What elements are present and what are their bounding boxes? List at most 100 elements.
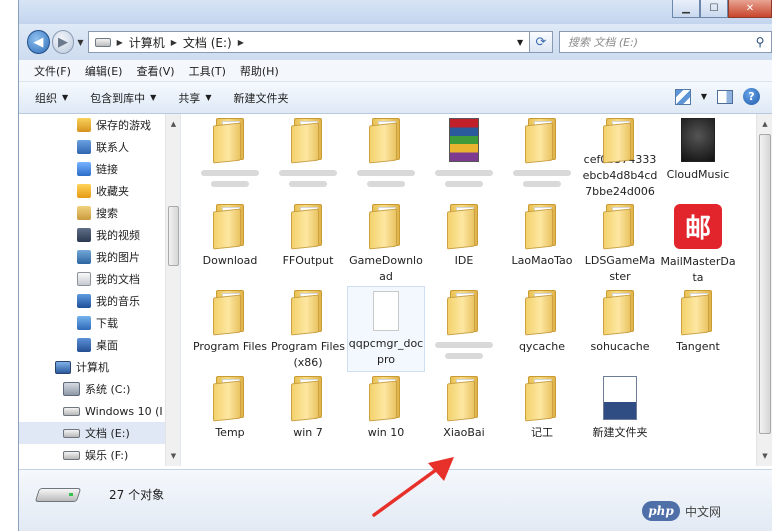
nav-item[interactable]: Windows 10 (I: [19, 400, 180, 422]
doc-icon: [77, 272, 91, 286]
scroll-thumb[interactable]: [168, 206, 179, 266]
nav-item[interactable]: 我的文档: [19, 268, 180, 290]
file-item[interactable]: Download: [191, 200, 269, 286]
chevron-right-icon[interactable]: ▶: [117, 38, 123, 47]
nav-item[interactable]: 系统 (C:): [19, 378, 180, 400]
nav-item[interactable]: 我的视频: [19, 224, 180, 246]
nav-item[interactable]: 桌面: [19, 334, 180, 356]
nav-item[interactable]: 链接: [19, 158, 180, 180]
menu-tools[interactable]: 工具(T): [184, 61, 231, 81]
file-item[interactable]: [191, 114, 269, 200]
close-button[interactable]: ✕: [728, 0, 772, 18]
file-item[interactable]: [425, 114, 503, 200]
file-item[interactable]: Tangent: [659, 286, 737, 372]
file-item[interactable]: win 7: [269, 372, 347, 458]
scroll-down-icon[interactable]: ▼: [757, 448, 772, 464]
scroll-up-icon[interactable]: ▲: [166, 116, 180, 132]
file-item[interactable]: LDSGameMaster: [581, 200, 659, 286]
file-item-label: 新建文件夹: [592, 426, 648, 439]
command-bar: 组织 ▼ 包含到库中 ▼ 共享 ▼ 新建文件夹 ▼ ?: [19, 82, 772, 114]
file-item[interactable]: Program Files (x86): [269, 286, 347, 372]
address-dropdown[interactable]: ▼: [517, 38, 523, 47]
menu-edit[interactable]: 编辑(E): [80, 61, 128, 81]
nav-item[interactable]: 我的音乐: [19, 290, 180, 312]
share-button[interactable]: 共享 ▼: [178, 90, 211, 106]
back-button[interactable]: ◀: [27, 30, 50, 54]
address-row: ◀ ▶ ▼ ▶ 计算机 ▶ 文档 (E:) ▶ ▼ ⟳ ⚲: [19, 24, 772, 60]
folder-icon: [291, 118, 325, 164]
view-dropdown-icon[interactable]: ▼: [701, 92, 707, 101]
search-box[interactable]: ⚲: [558, 31, 772, 53]
navigation-pane: 保存的游戏 联系人链接收藏夹 搜索我的视频我的图片我的文档我的音乐 下载 桌面 计算机 系统…: [19, 114, 181, 466]
file-item[interactable]: [347, 114, 425, 200]
file-item[interactable]: CloudMusic: [659, 114, 737, 200]
scroll-thumb[interactable]: [759, 134, 771, 434]
file-item-label: GameDownload: [349, 254, 423, 283]
nav-scrollbar[interactable]: ▲ ▼: [165, 114, 180, 466]
content-scrollbar[interactable]: ▲ ▼: [756, 114, 772, 466]
nav-item-label: 我的文档: [96, 273, 140, 286]
file-item[interactable]: GameDownload: [347, 200, 425, 286]
file-item[interactable]: qycache: [503, 286, 581, 372]
nav-item[interactable]: 保存的游戏: [19, 114, 180, 136]
nav-item-label: 链接: [96, 163, 118, 176]
change-view-icon[interactable]: [674, 88, 691, 105]
nav-item[interactable]: 搜索: [19, 202, 180, 224]
file-item[interactable]: qqpcmgr_docpro: [347, 286, 425, 372]
chevron-right-icon[interactable]: ▶: [238, 38, 244, 47]
recent-pages-dropdown[interactable]: ▼: [77, 38, 83, 47]
file-item[interactable]: FFOutput: [269, 200, 347, 286]
include-in-library-button[interactable]: 包含到库中 ▼: [90, 90, 156, 106]
drive-led: [69, 493, 73, 496]
nav-item[interactable]: 计算机: [19, 356, 180, 378]
help-icon[interactable]: ?: [743, 88, 760, 105]
breadcrumb-drive-e[interactable]: 文档 (E:): [183, 34, 232, 51]
view-controls: ▼ ?: [674, 88, 760, 105]
new-folder-button[interactable]: 新建文件夹: [233, 90, 288, 106]
organize-button[interactable]: 组织 ▼: [35, 90, 68, 106]
file-item[interactable]: sohucache: [581, 286, 659, 372]
scroll-down-icon[interactable]: ▼: [166, 448, 180, 464]
nav-item[interactable]: 娱乐 (F:): [19, 444, 180, 466]
file-item[interactable]: IDE: [425, 200, 503, 286]
file-item-label: win 10: [367, 426, 405, 439]
file-item[interactable]: XiaoBai: [425, 372, 503, 458]
minimize-button[interactable]: ▁: [672, 0, 700, 18]
chevron-right-icon[interactable]: ▶: [171, 38, 177, 47]
file-item[interactable]: Temp: [191, 372, 269, 458]
nav-item[interactable]: 我的图片: [19, 246, 180, 268]
maximize-button[interactable]: ☐: [700, 0, 728, 18]
scroll-up-icon[interactable]: ▲: [757, 116, 772, 132]
folder-icon: [603, 118, 637, 164]
down-icon: [77, 316, 91, 330]
nav-item[interactable]: 下载: [19, 312, 180, 334]
menu-file[interactable]: 文件(F): [29, 61, 76, 81]
folder-icon: [447, 204, 481, 250]
file-item[interactable]: [425, 286, 503, 372]
nav-item[interactable]: 收藏夹: [19, 180, 180, 202]
file-item-label: LaoMaoTao: [511, 254, 573, 267]
nav-item-label: 我的视频: [96, 229, 140, 242]
file-item[interactable]: 新建文件夹: [581, 372, 659, 458]
file-item[interactable]: win 10: [347, 372, 425, 458]
preview-pane-icon[interactable]: [717, 89, 733, 104]
file-item-label: LDSGameMaster: [584, 254, 656, 283]
file-item[interactable]: LaoMaoTao: [503, 200, 581, 286]
search-icon[interactable]: ⚲: [749, 35, 771, 49]
forward-button[interactable]: ▶: [51, 30, 75, 54]
file-item[interactable]: [269, 114, 347, 200]
refresh-icon[interactable]: ⟳: [530, 31, 553, 53]
blurred-label: [356, 170, 416, 187]
menu-view[interactable]: 查看(V): [131, 61, 179, 81]
address-bar[interactable]: ▶ 计算机 ▶ 文档 (E:) ▶ ▼: [87, 31, 531, 53]
breadcrumb-computer[interactable]: 计算机: [129, 34, 165, 51]
search-input[interactable]: [567, 35, 750, 49]
file-item[interactable]: 邮 MailMasterData: [659, 200, 737, 286]
file-item[interactable]: [503, 114, 581, 200]
menu-help[interactable]: 帮助(H): [235, 61, 284, 81]
file-item[interactable]: 记工: [503, 372, 581, 458]
nav-item[interactable]: 文档 (E:): [19, 422, 180, 444]
nav-item[interactable]: 联系人: [19, 136, 180, 158]
file-item[interactable]: Program Files: [191, 286, 269, 372]
file-item[interactable]: cef0b574333ebcb4d8b4cd7bbe24d006: [581, 114, 659, 200]
